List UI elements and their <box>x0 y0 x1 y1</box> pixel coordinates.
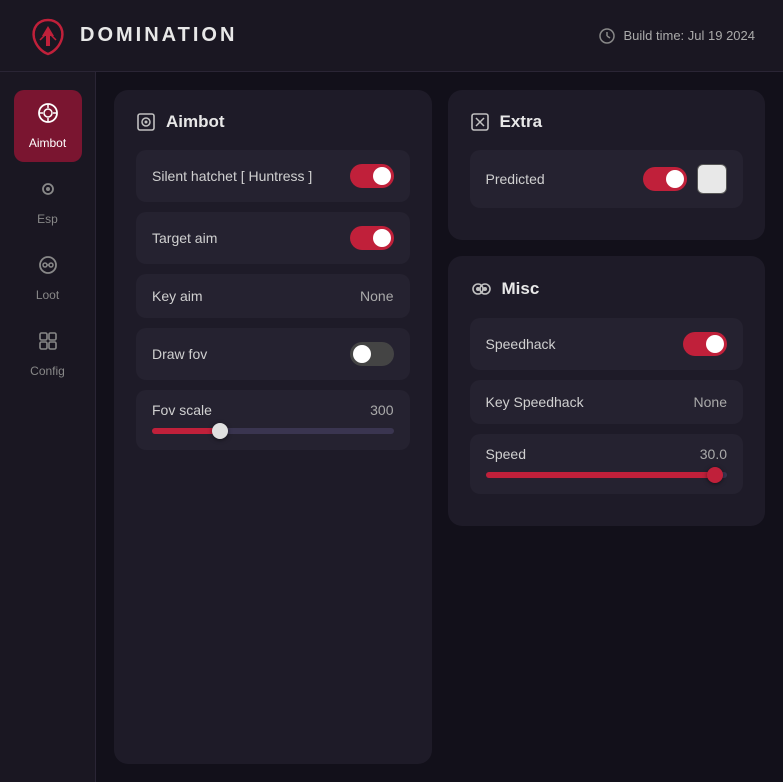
fov-scale-row: Fov scale 300 <box>136 390 410 450</box>
sidebar-item-esp[interactable]: Esp <box>14 166 82 238</box>
key-speedhack-row: Key Speedhack None <box>470 380 744 424</box>
sidebar-aimbot-label: Aimbot <box>29 136 66 150</box>
main-layout: Aimbot Esp Loot <box>0 72 783 782</box>
logo-text: DOMINATION <box>80 24 237 47</box>
aimbot-panel-title: Aimbot <box>136 112 410 132</box>
sidebar-loot-label: Loot <box>36 288 59 302</box>
sidebar-item-aimbot[interactable]: Aimbot <box>14 90 82 162</box>
sidebar-item-loot[interactable]: Loot <box>14 242 82 314</box>
fov-scale-label: Fov scale <box>152 402 212 418</box>
config-icon <box>37 330 59 358</box>
extra-title-text: Extra <box>500 112 543 132</box>
content-area: Aimbot Silent hatchet [ Huntress ] Targe… <box>96 72 783 782</box>
predicted-label: Predicted <box>486 171 545 187</box>
misc-panel: Misc Speedhack Key Speedhack None Speed <box>448 256 766 526</box>
fov-scale-fill <box>152 428 220 434</box>
right-column: Extra Predicted <box>448 90 766 764</box>
predicted-row: Predicted <box>470 150 744 208</box>
draw-fov-label: Draw fov <box>152 346 207 362</box>
aimbot-title-text: Aimbot <box>166 112 225 132</box>
speedhack-label: Speedhack <box>486 336 556 352</box>
aimbot-panel: Aimbot Silent hatchet [ Huntress ] Targe… <box>114 90 432 764</box>
sidebar-esp-label: Esp <box>37 212 58 226</box>
extra-panel-icon <box>470 112 490 132</box>
fov-scale-thumb[interactable] <box>212 423 228 439</box>
speed-value: 30.0 <box>700 446 727 462</box>
key-speedhack-value[interactable]: None <box>694 394 727 410</box>
sidebar: Aimbot Esp Loot <box>0 72 96 782</box>
predicted-controls <box>643 164 727 194</box>
speed-track[interactable] <box>486 472 728 478</box>
key-aim-row: Key aim None <box>136 274 410 318</box>
misc-panel-title: Misc <box>470 278 744 300</box>
extra-panel-title: Extra <box>470 112 744 132</box>
speedhack-row: Speedhack <box>470 318 744 370</box>
build-info: Build time: Jul 19 2024 <box>599 28 755 44</box>
silent-hatchet-row: Silent hatchet [ Huntress ] <box>136 150 410 202</box>
silent-hatchet-toggle[interactable] <box>350 164 394 188</box>
esp-icon <box>37 178 59 206</box>
key-aim-value[interactable]: None <box>360 288 393 304</box>
key-speedhack-label: Key Speedhack <box>486 394 584 410</box>
sidebar-item-config[interactable]: Config <box>14 318 82 390</box>
speed-fill <box>486 472 715 478</box>
app-header: DOMINATION Build time: Jul 19 2024 <box>0 0 783 72</box>
target-aim-toggle[interactable] <box>350 226 394 250</box>
draw-fov-row: Draw fov <box>136 328 410 380</box>
speed-header: Speed 30.0 <box>486 446 728 462</box>
draw-fov-toggle[interactable] <box>350 342 394 366</box>
sidebar-config-label: Config <box>30 364 65 378</box>
predicted-toggle[interactable] <box>643 167 687 191</box>
fov-scale-value: 300 <box>370 402 393 418</box>
aimbot-panel-icon <box>136 112 156 132</box>
clock-icon <box>599 28 615 44</box>
loot-icon <box>37 254 59 282</box>
logo-area: DOMINATION <box>28 16 237 56</box>
speed-row: Speed 30.0 <box>470 434 744 494</box>
misc-panel-icon <box>470 278 492 300</box>
logo-icon <box>28 16 68 56</box>
predicted-color-box[interactable] <box>697 164 727 194</box>
speed-thumb[interactable] <box>707 467 723 483</box>
misc-title-text: Misc <box>502 279 540 299</box>
extra-panel: Extra Predicted <box>448 90 766 240</box>
key-aim-label: Key aim <box>152 288 203 304</box>
speed-label: Speed <box>486 446 526 462</box>
aimbot-icon <box>37 102 59 130</box>
target-aim-row: Target aim <box>136 212 410 264</box>
speedhack-toggle[interactable] <box>683 332 727 356</box>
fov-scale-header: Fov scale 300 <box>152 402 394 418</box>
fov-scale-track[interactable] <box>152 428 394 434</box>
build-time-label: Build time: Jul 19 2024 <box>623 28 755 43</box>
silent-hatchet-label: Silent hatchet [ Huntress ] <box>152 168 312 184</box>
target-aim-label: Target aim <box>152 230 217 246</box>
